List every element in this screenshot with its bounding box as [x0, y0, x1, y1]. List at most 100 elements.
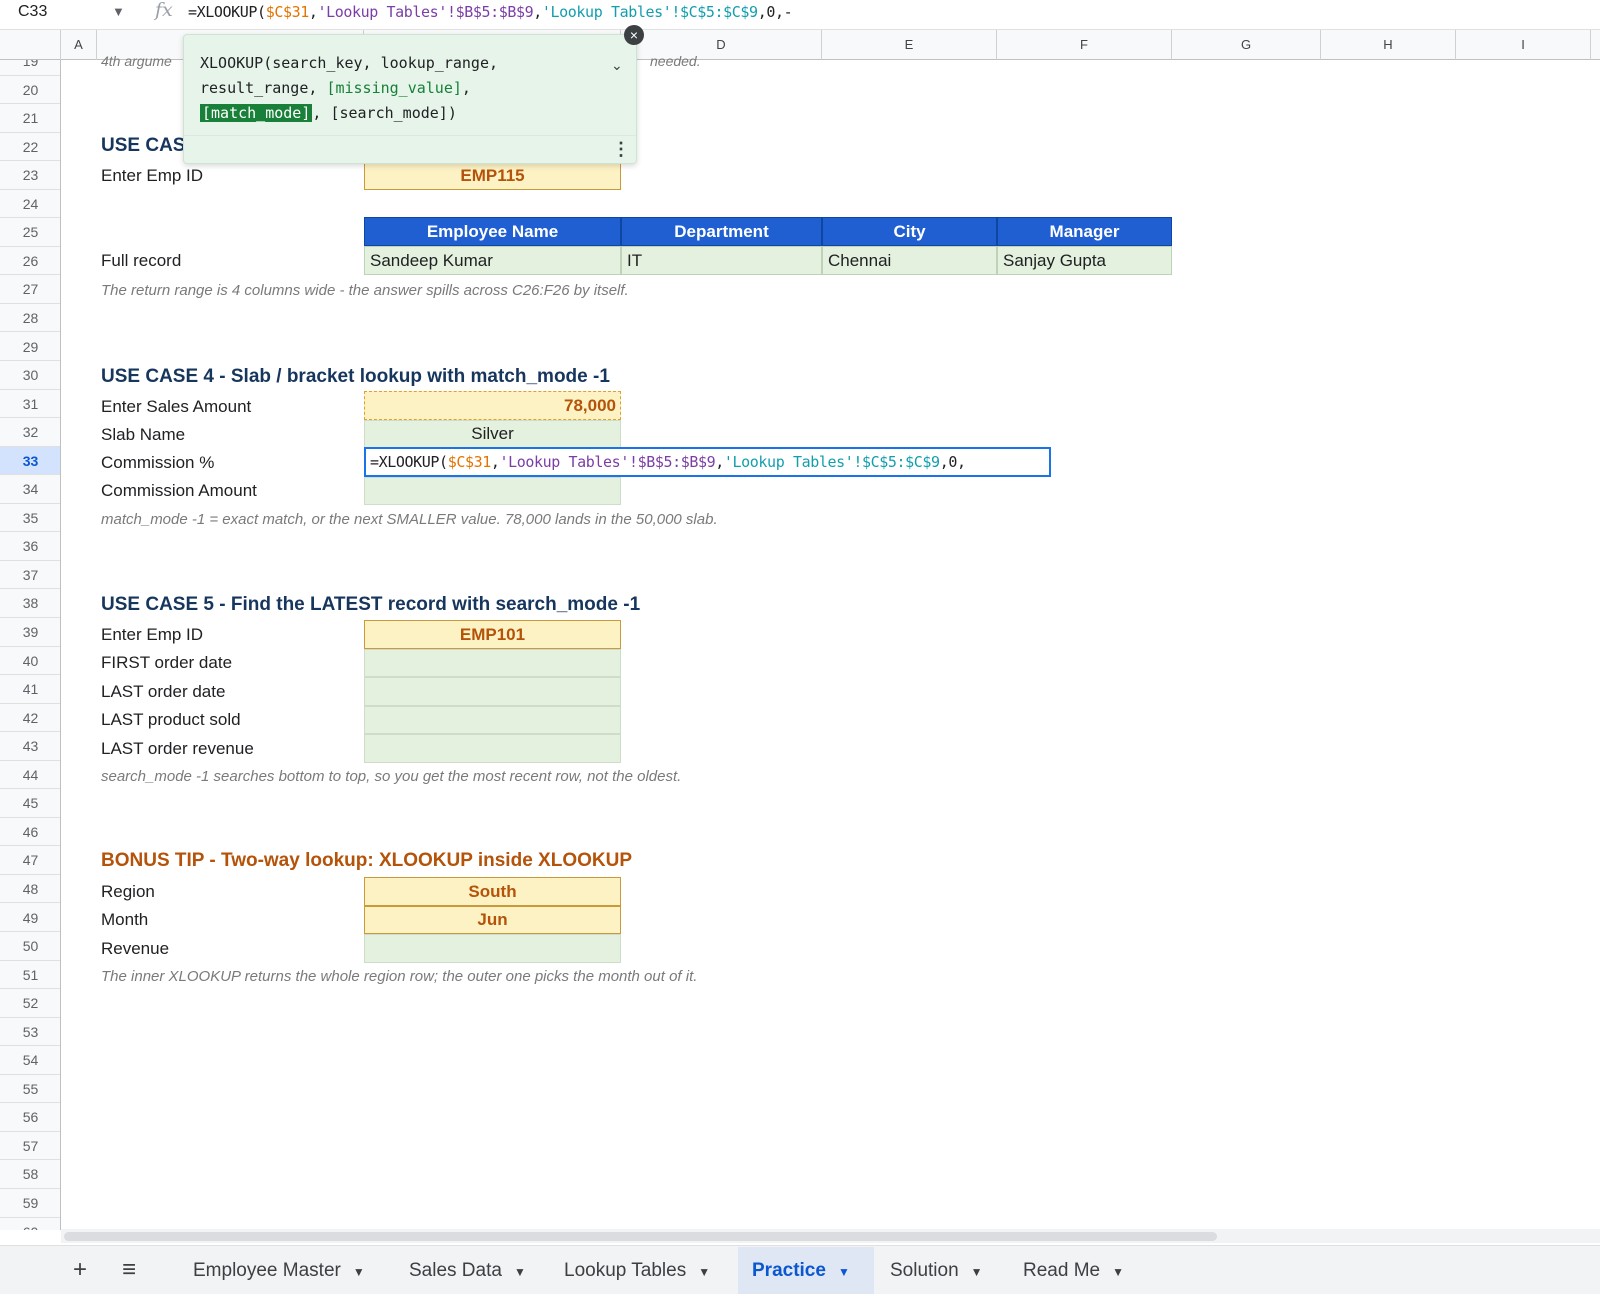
cell-commission-amount[interactable]	[364, 477, 621, 505]
row-header-cell[interactable]: 54	[0, 1046, 60, 1075]
row-header-cell[interactable]: 37	[0, 561, 60, 590]
row-header-cell[interactable]: 56	[0, 1103, 60, 1132]
row-header-cell[interactable]: 36	[0, 532, 60, 561]
table-header-manager[interactable]: Manager	[997, 217, 1172, 246]
row-header-cell[interactable]: 29	[0, 333, 60, 362]
tab-solution[interactable]: Solution ▼	[876, 1247, 997, 1294]
label-slab-name: Slab Name	[101, 425, 186, 444]
row-header-cell[interactable]: 31	[0, 390, 60, 419]
row-header-cell[interactable]: 58	[0, 1160, 60, 1189]
row-header-cell[interactable]: 60	[0, 1218, 60, 1230]
row-header-cell[interactable]: 28	[0, 304, 60, 333]
row-header-cell[interactable]: 57	[0, 1132, 60, 1161]
table-header-employee-name[interactable]: Employee Name	[364, 217, 621, 246]
close-icon[interactable]: ×	[624, 25, 644, 45]
row-header-cell[interactable]: 25	[0, 218, 60, 247]
chevron-down-icon[interactable]: ▼	[971, 1265, 983, 1279]
row-header-cell[interactable]: 39	[0, 618, 60, 647]
more-options-icon[interactable]: ⋮	[612, 139, 630, 160]
column-header-e[interactable]: E	[822, 30, 997, 60]
row-header-cell[interactable]: 52	[0, 989, 60, 1018]
cell-last-product-sold[interactable]	[364, 706, 621, 734]
column-header-i[interactable]: I	[1456, 30, 1591, 60]
tab-employee-master[interactable]: Employee Master ▼	[179, 1247, 379, 1294]
tab-sales-data[interactable]: Sales Data ▼	[395, 1247, 540, 1294]
row-header-cell[interactable]: 33	[0, 446, 60, 476]
row-header-cell[interactable]: 41	[0, 675, 60, 704]
chevron-down-icon[interactable]: ▼	[698, 1265, 710, 1279]
cell-first-order-date[interactable]	[364, 649, 621, 677]
cell-slab-name[interactable]: Silver	[364, 420, 621, 448]
row-header-cell[interactable]: 47	[0, 846, 60, 875]
row-header-cell[interactable]: 27	[0, 275, 60, 304]
row-header-cell[interactable]: 30	[0, 361, 60, 390]
row-header-cell[interactable]: 50	[0, 932, 60, 961]
tab-practice[interactable]: Practice ▼	[738, 1247, 874, 1294]
all-sheets-icon[interactable]: ≡	[122, 1256, 136, 1284]
row-header: 19 20 21 22 23 24 25 26 27 28 29 30 31 32 33 34 35 36 37 38…	[0, 60, 61, 1230]
cell-city[interactable]: Chennai	[822, 246, 997, 275]
tab-lookup-tables[interactable]: Lookup Tables ▼	[550, 1247, 724, 1294]
row-header-cell[interactable]: 45	[0, 789, 60, 818]
row-header-cell[interactable]: 20	[0, 76, 60, 105]
cell-last-order-date[interactable]	[364, 677, 621, 706]
column-header-a[interactable]: A	[61, 30, 97, 60]
row-header-cell[interactable]: 21	[0, 104, 60, 133]
section-heading-uc4: USE CASE 4 - Slab / bracket lookup with …	[101, 366, 610, 387]
row-header-cell[interactable]: 55	[0, 1075, 60, 1104]
tab-read-me[interactable]: Read Me ▼	[1009, 1247, 1138, 1294]
chevron-down-icon[interactable]: ⌄	[611, 57, 623, 74]
row-header-cell[interactable]: 26	[0, 247, 60, 276]
row-header-cell[interactable]: 24	[0, 190, 60, 219]
row-header-cell[interactable]: 44	[0, 761, 60, 790]
note-partial: 4th argume	[101, 53, 172, 69]
cell-employee-name[interactable]: Sandeep Kumar	[364, 246, 621, 275]
chevron-down-icon[interactable]: ▼	[514, 1265, 526, 1279]
label-month: Month	[101, 910, 149, 929]
name-box[interactable]: C33	[18, 3, 47, 21]
cell-department[interactable]: IT	[621, 246, 822, 275]
input-emp-id-uc3[interactable]: EMP115	[364, 161, 621, 190]
row-header-cell[interactable]: 51	[0, 961, 60, 990]
row-header-cell[interactable]: 46	[0, 818, 60, 847]
row-header-cell[interactable]: 23	[0, 161, 60, 190]
row-header-cell[interactable]: 34	[0, 475, 60, 504]
add-sheet-icon[interactable]: +	[73, 1256, 87, 1284]
row-header-cell[interactable]: 48	[0, 875, 60, 904]
formula-part: =XLOOKUP(	[370, 453, 448, 471]
scrollbar-thumb[interactable]	[64, 1232, 1217, 1241]
row-header-cell[interactable]: 35	[0, 504, 60, 533]
table-header-department[interactable]: Department	[621, 217, 822, 246]
formula-part: =XLOOKUP(	[188, 3, 266, 21]
chevron-down-icon[interactable]: ▼	[353, 1265, 365, 1279]
row-header-cell[interactable]: 38	[0, 589, 60, 618]
row-header-cell[interactable]: 53	[0, 1018, 60, 1047]
label-last-order-revenue: LAST order revenue	[101, 739, 254, 758]
cell-revenue[interactable]	[364, 934, 621, 963]
formula-input[interactable]: =XLOOKUP($C$31,'Lookup Tables'!$B$5:$B$9…	[188, 3, 793, 21]
label-emp-id-uc5: Enter Emp ID	[101, 625, 204, 644]
row-header-cell[interactable]: 59	[0, 1189, 60, 1218]
select-all-corner[interactable]	[0, 30, 61, 60]
chevron-down-icon[interactable]: ▼	[1112, 1265, 1124, 1279]
row-header-cell[interactable]: 22	[0, 133, 60, 162]
input-region[interactable]: South	[364, 877, 621, 906]
cell-manager[interactable]: Sanjay Gupta	[997, 246, 1172, 275]
chevron-down-icon[interactable]: ▼	[838, 1265, 850, 1279]
input-month[interactable]: Jun	[364, 906, 621, 934]
chevron-down-icon[interactable]: ▼	[112, 4, 125, 19]
row-header-cell[interactable]: 49	[0, 904, 60, 933]
row-header-cell[interactable]: 43	[0, 732, 60, 761]
column-header-h[interactable]: H	[1321, 30, 1456, 60]
row-header-cell[interactable]: 40	[0, 647, 60, 676]
column-header-f[interactable]: F	[997, 30, 1172, 60]
cell-editor-commission-pct[interactable]: =XLOOKUP($C$31,'Lookup Tables'!$B$5:$B$9…	[364, 447, 1051, 477]
input-sales-amount[interactable]: 78,000	[364, 391, 621, 420]
table-header-city[interactable]: City	[822, 217, 997, 246]
row-header-cell[interactable]: 42	[0, 704, 60, 733]
row-header-cell[interactable]: 19	[0, 60, 60, 76]
cell-last-order-revenue[interactable]	[364, 734, 621, 763]
input-emp-id-uc5[interactable]: EMP101	[364, 620, 621, 649]
row-header-cell[interactable]: 32	[0, 418, 60, 447]
column-header-g[interactable]: G	[1172, 30, 1321, 60]
